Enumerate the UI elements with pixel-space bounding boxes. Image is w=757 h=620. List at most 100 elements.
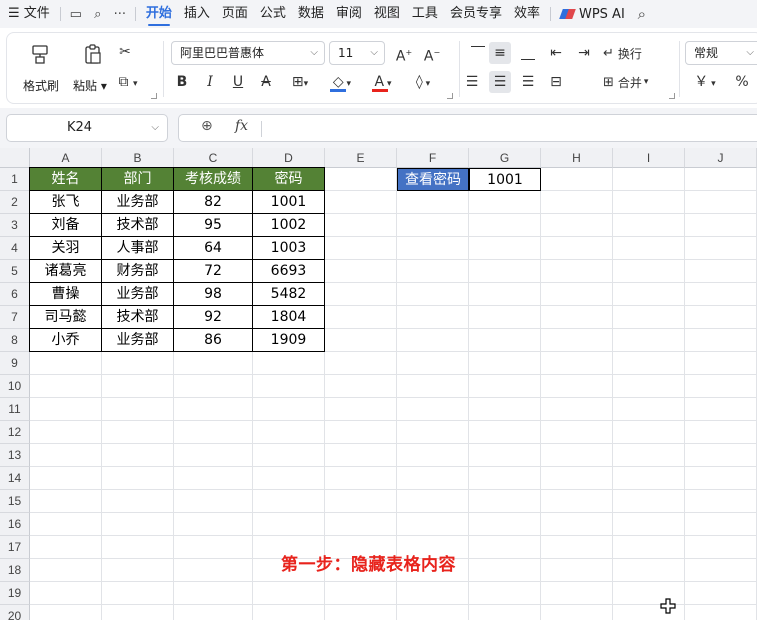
cell-a9[interactable] (30, 352, 102, 375)
cell-a10[interactable] (30, 375, 102, 398)
table-cell[interactable]: 刘备 (30, 214, 102, 237)
cell-i9[interactable] (613, 352, 685, 375)
bold-icon[interactable]: B (171, 71, 193, 93)
cell-j4[interactable] (685, 237, 757, 260)
cell-g13[interactable] (469, 444, 541, 467)
cell-e5[interactable] (325, 260, 397, 283)
cell-d20[interactable] (253, 605, 325, 620)
row-header-9[interactable]: 9 (0, 352, 30, 375)
cell-e16[interactable] (325, 513, 397, 536)
column-header-h[interactable]: H (541, 148, 613, 168)
column-header-a[interactable]: A (30, 148, 102, 168)
table-cell[interactable]: 业务部 (102, 283, 174, 306)
cell-d15[interactable] (253, 490, 325, 513)
cell-b17[interactable] (102, 536, 174, 559)
tab-page[interactable]: 页面 (216, 0, 254, 28)
cell-h20[interactable] (541, 605, 613, 620)
cell-j8[interactable] (685, 329, 757, 352)
cell-b15[interactable] (102, 490, 174, 513)
cell-d16[interactable] (253, 513, 325, 536)
align-middle-icon[interactable]: ≡ (489, 42, 511, 64)
cell-g4[interactable] (469, 237, 541, 260)
row-header-14[interactable]: 14 (0, 467, 30, 490)
cell-e1[interactable] (325, 168, 397, 191)
cell-g14[interactable] (469, 467, 541, 490)
cell-b19[interactable] (102, 582, 174, 605)
table-cell[interactable]: 98 (174, 283, 253, 306)
cell-a11[interactable] (30, 398, 102, 421)
cell-a17[interactable] (30, 536, 102, 559)
table-cell[interactable]: 6693 (253, 260, 325, 283)
table-cell[interactable]: 5482 (253, 283, 325, 306)
lookup-password-value[interactable]: 1001 (469, 168, 541, 191)
cell-g6[interactable] (469, 283, 541, 306)
cell-c18[interactable] (174, 559, 253, 582)
cell-h5[interactable] (541, 260, 613, 283)
cell-d13[interactable] (253, 444, 325, 467)
lookup-password-label[interactable]: 查看密码 (397, 168, 469, 191)
cell-i17[interactable] (613, 536, 685, 559)
cell-b10[interactable] (102, 375, 174, 398)
row-header-5[interactable]: 5 (0, 260, 30, 283)
cell-g8[interactable] (469, 329, 541, 352)
row-header-1[interactable]: 1 (0, 168, 30, 191)
cell-i13[interactable] (613, 444, 685, 467)
paste-button[interactable]: 粘贴 ▾ (69, 37, 117, 97)
cell-f2[interactable] (397, 191, 469, 214)
cell-c17[interactable] (174, 536, 253, 559)
increase-indent-icon[interactable]: ⇥ (573, 42, 595, 64)
cut-icon[interactable]: ✂ (114, 41, 136, 63)
cell-h6[interactable] (541, 283, 613, 306)
more-icon[interactable]: ··· (109, 7, 131, 22)
cell-g3[interactable] (469, 214, 541, 237)
table-cell[interactable]: 64 (174, 237, 253, 260)
merge-cells-button[interactable]: ⊞ 合并 ▾ (603, 71, 665, 93)
tab-review[interactable]: 审阅 (330, 0, 368, 28)
row-header-4[interactable]: 4 (0, 237, 30, 260)
cell-j15[interactable] (685, 490, 757, 513)
cell-g10[interactable] (469, 375, 541, 398)
table-cell[interactable]: 业务部 (102, 329, 174, 352)
align-right-icon[interactable]: ☰ (517, 71, 539, 93)
italic-icon[interactable]: I (199, 71, 221, 93)
distributed-align-icon[interactable]: ⊟ (545, 71, 567, 93)
font-color-icon[interactable]: A ▾ (367, 71, 399, 93)
cell-f19[interactable] (397, 582, 469, 605)
cell-b12[interactable] (102, 421, 174, 444)
tab-efficiency[interactable]: 效率 (508, 0, 546, 28)
clear-format-icon[interactable]: ◊ ▾ (407, 71, 439, 93)
cell-a18[interactable] (30, 559, 102, 582)
cell-d14[interactable] (253, 467, 325, 490)
cell-i15[interactable] (613, 490, 685, 513)
row-header-6[interactable]: 6 (0, 283, 30, 306)
cell-j5[interactable] (685, 260, 757, 283)
cell-h2[interactable] (541, 191, 613, 214)
row-header-12[interactable]: 12 (0, 421, 30, 444)
table-cell[interactable]: 关羽 (30, 237, 102, 260)
cell-f15[interactable] (397, 490, 469, 513)
cell-i2[interactable] (613, 191, 685, 214)
font-size-dropdown[interactable]: 11 ⌵ (329, 41, 385, 65)
align-left-icon[interactable]: ☰ (461, 71, 483, 93)
cell-g17[interactable] (469, 536, 541, 559)
table-cell[interactable]: 曹操 (30, 283, 102, 306)
cell-h12[interactable] (541, 421, 613, 444)
row-header-3[interactable]: 3 (0, 214, 30, 237)
cell-h19[interactable] (541, 582, 613, 605)
table-header-cell[interactable]: 姓名 (30, 168, 102, 191)
tab-view[interactable]: 视图 (368, 0, 406, 28)
column-header-g[interactable]: G (469, 148, 541, 168)
zoom-icon[interactable]: ⊕ (201, 118, 213, 134)
table-cell[interactable]: 财务部 (102, 260, 174, 283)
cell-i5[interactable] (613, 260, 685, 283)
cell-d10[interactable] (253, 375, 325, 398)
decrease-indent-icon[interactable]: ⇤ (545, 42, 567, 64)
cell-i10[interactable] (613, 375, 685, 398)
cell-h14[interactable] (541, 467, 613, 490)
cell-c16[interactable] (174, 513, 253, 536)
cell-d11[interactable] (253, 398, 325, 421)
cell-g20[interactable] (469, 605, 541, 620)
table-cell[interactable]: 张飞 (30, 191, 102, 214)
cell-a19[interactable] (30, 582, 102, 605)
cell-i12[interactable] (613, 421, 685, 444)
